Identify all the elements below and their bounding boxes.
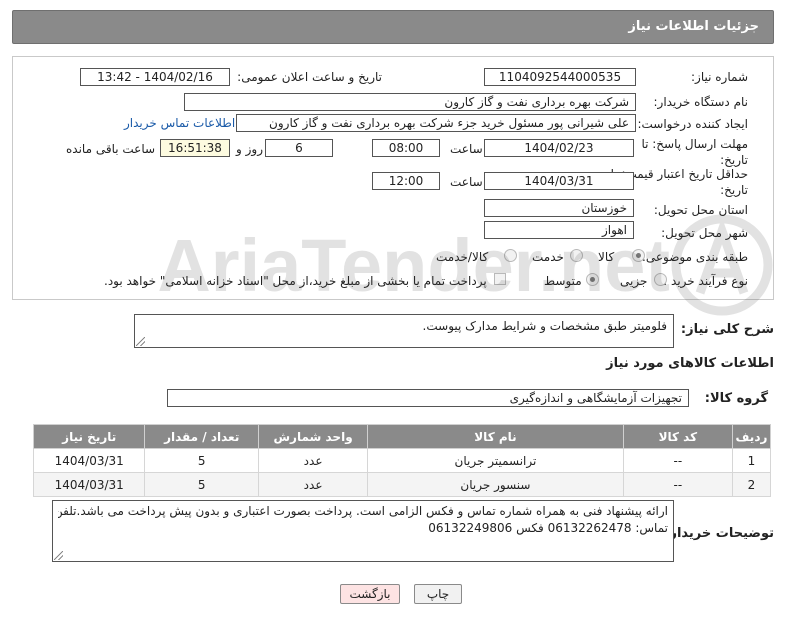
description-field: فلومیتر طبق مشخصات و شرایط مدارک پیوست. [134,314,674,348]
goods-section-title: اطلاعات کالاهای مورد نیاز [606,356,774,371]
col-name: نام کالا [367,424,624,449]
validity-time-field: 12:00 [372,172,440,190]
row-qty: 5 [144,448,259,473]
col-code: کد کالا [622,424,733,449]
payment-note: پرداخت تمام یا بخشی از مبلغ خرید،از محل … [104,274,487,288]
validity-time-label: ساعت [450,175,483,189]
process-medium-radio[interactable] [586,273,599,286]
page-title: جزئیات اطلاعات نیاز [628,19,759,34]
col-unit: واحد شمارش [257,424,369,449]
col-qty: تعداد / مقدار [144,424,259,449]
row-unit: عدد [257,472,369,497]
category-both-radio[interactable] [504,249,517,262]
deadline-time-label: ساعت [450,142,483,156]
row-index: 1 [731,448,772,473]
buyer-notes-line1: ارائه پیشنهاد فنی به همراه شماره تماس و … [58,504,668,518]
category-both-label: کالا/خدمت [436,250,489,264]
goods-group-field: تجهیزات آزمایشگاهی و اندازه‌گیری [167,389,689,407]
announce-label: تاریخ و ساعت اعلان عمومی: [237,70,382,84]
page-header: جزئیات اطلاعات نیاز [12,10,774,44]
deadline-date-field: 1404/02/23 [484,139,634,157]
remaining-time-label: ساعت باقی مانده [66,142,156,156]
row-code: -- [622,472,733,497]
process-label: نوع فرآیند خرید : [663,274,748,288]
col-date: تاریخ نیاز [32,424,146,449]
category-service-label: خدمت [532,250,564,264]
need-number-field: 1104092544000535 [484,68,636,86]
back-button[interactable]: بازگشت [340,584,400,604]
category-goods-radio[interactable] [632,249,645,262]
process-medium-label: متوسط [544,274,582,288]
row-name: سنسور جریان [367,472,624,497]
table-row: 2 -- سنسور جریان عدد 5 1404/03/31 [32,472,772,497]
city-label: شهر محل تحویل: [661,226,748,240]
category-label: طبقه بندی موضوعی: [641,250,748,264]
payment-checkbox[interactable] [494,273,506,285]
goods-group-label: گروه کالا: [704,391,768,406]
deadline-time-field: 08:00 [372,139,440,157]
row-index: 2 [731,472,772,497]
buyer-contact-link[interactable]: اطلاعات تماس خریدار [124,116,235,130]
description-label: شرح کلی نیاز: [680,322,774,337]
province-label: استان محل تحویل: [653,203,748,217]
city-field: اهواز [484,221,634,239]
buyer-notes-field: ارائه پیشنهاد فنی به همراه شماره تماس و … [52,500,674,562]
resize-handle-icon[interactable] [54,551,63,560]
deadline-label: مهلت ارسال پاسخ: تا تاریخ: [641,137,748,167]
row-qty: 5 [144,472,259,497]
days-field: 6 [265,139,333,157]
creator-field: علی شیرانی پور مسئول خرید جزء شرکت بهره … [236,114,636,132]
buyer-org-field: شرکت بهره برداری نفت و گاز کارون [184,93,636,111]
category-service-radio[interactable] [570,249,583,262]
col-index: ردیف [731,424,772,449]
buyer-notes-label: توضیحات خریدار: [664,526,774,541]
table-row: 1 -- ترانسمیتر جریان عدد 5 1404/03/31 [32,448,772,473]
buyer-notes-line2: تماس: 06132262478 فکس 06132249806 [428,521,668,535]
announce-field: 1404/02/16 - 13:42 [80,68,230,86]
row-code: -- [622,448,733,473]
validity-date-field: 1404/03/31 [484,172,634,190]
days-label: روز و [236,142,263,156]
row-unit: عدد [257,448,369,473]
resize-handle-icon[interactable] [136,337,145,346]
buyer-org-label: نام دستگاه خریدار: [653,95,749,109]
row-date: 1404/03/31 [32,472,146,497]
process-minor-label: جزیی [620,274,648,288]
creator-label: ایجاد کننده درخواست: [637,117,748,131]
row-date: 1404/03/31 [32,448,146,473]
goods-table: ردیف کد کالا نام کالا واحد شمارش تعداد /… [32,424,772,497]
process-minor-radio[interactable] [654,273,667,286]
remaining-time-field: 16:51:38 [160,139,230,157]
category-goods-label: کالا [598,250,615,264]
row-name: ترانسمیتر جریان [367,448,624,473]
description-text: فلومیتر طبق مشخصات و شرایط مدارک پیوست. [422,319,667,333]
need-number-label: شماره نیاز: [691,70,748,84]
province-field: خوزستان [484,199,634,217]
print-button[interactable]: چاپ [414,584,462,604]
